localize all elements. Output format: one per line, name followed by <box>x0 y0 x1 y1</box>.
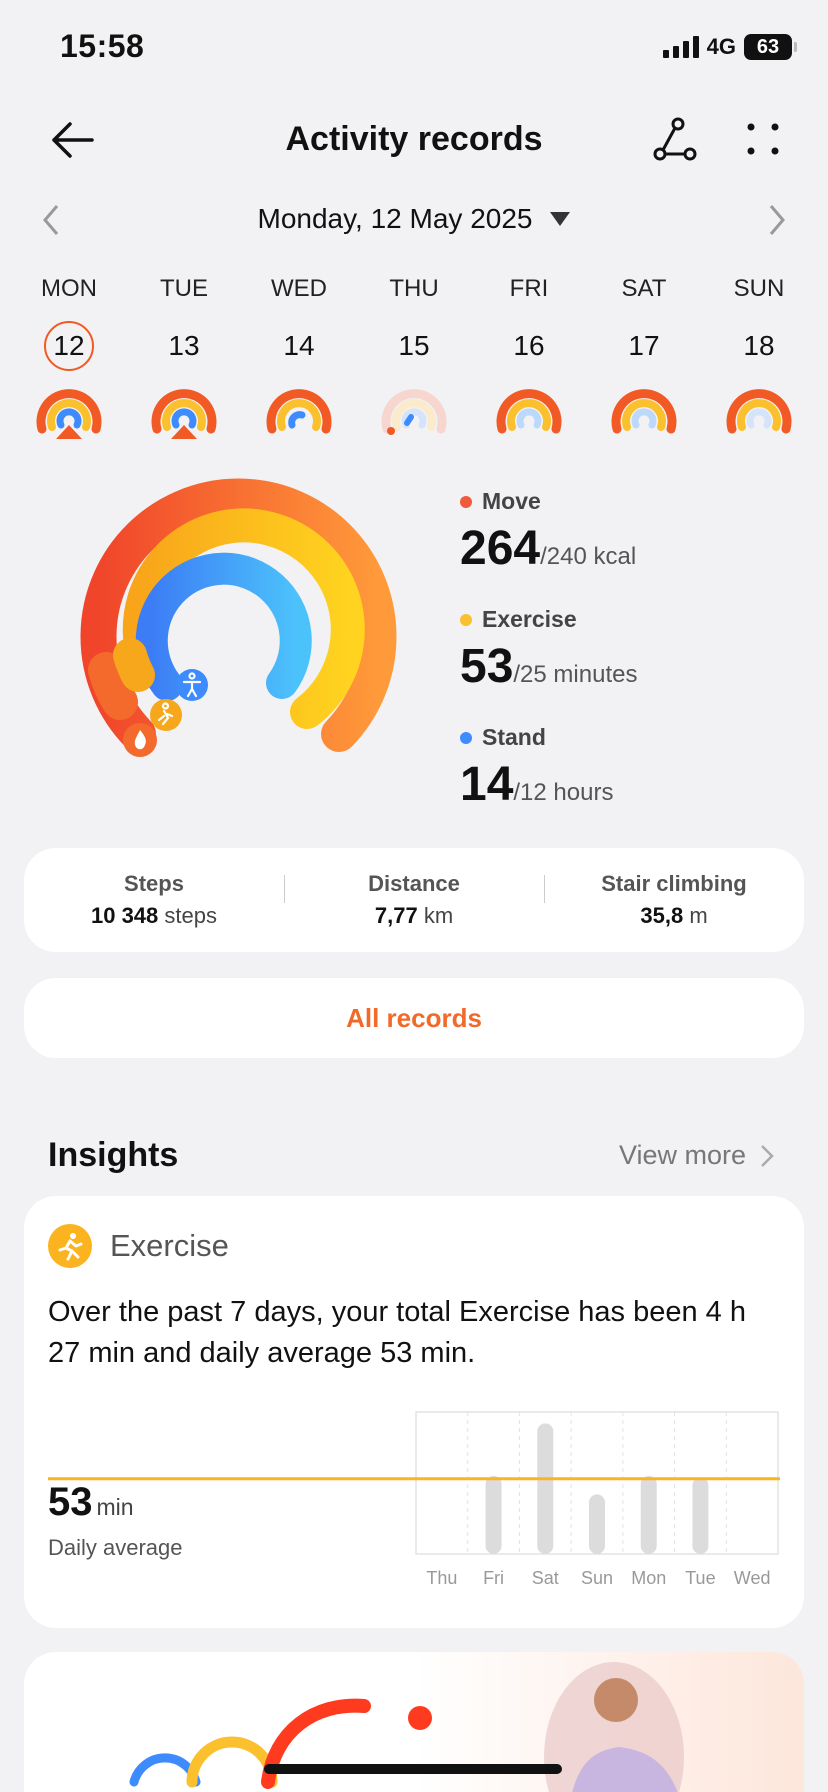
activity-ring-icon <box>726 389 792 434</box>
chart-bar-sun <box>589 1494 605 1554</box>
status-indicators: 4G 63 <box>662 34 797 60</box>
route-button[interactable] <box>648 112 702 166</box>
chart-bar-sat <box>537 1423 554 1554</box>
week-strip: MON 12 TUE 13 WED 14 THU 15 FRI 16 SAT 1… <box>24 275 804 441</box>
day-number: 17 <box>628 330 660 361</box>
day-number: 18 <box>743 330 775 361</box>
steps-summary: Steps 10 348 steps <box>24 871 284 929</box>
activity-stats: Move 264/240 kcal Exercise 53/25 minutes… <box>460 488 637 842</box>
insights-heading: Insights <box>48 1136 179 1174</box>
chart-bar-mon <box>640 1475 657 1554</box>
stairs-summary: Stair climbing 35,8 m <box>544 871 804 929</box>
stand-value: 14 <box>460 758 514 811</box>
day-number: 14 <box>283 330 315 361</box>
date-label: Monday, 12 May 2025 <box>257 203 533 234</box>
stand-ring <box>135 552 312 701</box>
more-grid-icon <box>747 123 779 155</box>
activity-ring-icon <box>611 389 677 434</box>
day-name: FRI <box>509 275 549 302</box>
steps-unit: steps <box>164 903 217 928</box>
running-icon <box>48 1224 92 1268</box>
move-value: 264 <box>460 522 541 575</box>
insight-text: Over the past 7 days, your total Exercis… <box>48 1296 746 1369</box>
battery-icon: 63 <box>744 34 797 60</box>
move-dot-icon <box>460 495 472 508</box>
next-day-button[interactable] <box>762 200 792 240</box>
day-number: 16 <box>513 330 545 361</box>
distance-unit: km <box>423 903 454 928</box>
signal-icon <box>662 36 699 58</box>
chart-tick-label: Sun <box>581 1568 613 1588</box>
day-name: SUN <box>733 275 785 302</box>
chart-tick-label: Thu <box>426 1568 457 1588</box>
activity-ring-icon <box>151 389 217 439</box>
day-name: SAT <box>621 275 667 302</box>
home-indicator <box>264 1764 562 1774</box>
activity-ring-icon <box>36 389 102 439</box>
route-icon <box>653 117 697 161</box>
day-number: 12 <box>44 321 94 371</box>
activity-ring-icon <box>266 389 332 434</box>
dropdown-triangle-icon <box>550 212 571 226</box>
exercise-label: Exercise <box>482 606 577 632</box>
chevron-right-icon <box>761 1144 774 1167</box>
stairs-label: Stair climbing <box>601 871 747 896</box>
move-goal: /240 kcal <box>540 543 637 570</box>
distance-summary: Distance 7,77 km <box>284 871 544 929</box>
chart-tick-label: Sat <box>532 1568 559 1588</box>
activity-ring-icon <box>496 389 562 434</box>
day-sat[interactable]: SAT 17 <box>599 275 689 441</box>
status-time: 15:58 <box>60 28 145 64</box>
chart-tick-label: Fri <box>483 1568 504 1588</box>
exercise-stat[interactable]: Exercise 53/25 minutes <box>460 606 637 694</box>
day-name: WED <box>271 275 327 302</box>
chart-tick-label: Tue <box>685 1568 715 1588</box>
stairs-value: 35,8 <box>640 903 684 928</box>
activity-rings[interactable] <box>70 470 410 770</box>
exercise-goal: /25 minutes <box>513 661 638 688</box>
day-name: MON <box>41 275 97 302</box>
exercise-weekly-chart: Thu Fri Sat Sun Mon Tue Wed <box>48 1411 780 1588</box>
day-number: 15 <box>398 330 430 361</box>
day-name: TUE <box>160 275 208 302</box>
stairs-unit: m <box>689 903 708 928</box>
distance-label: Distance <box>368 871 460 896</box>
view-more-label: View more <box>618 1140 746 1170</box>
day-wed[interactable]: WED 14 <box>254 275 344 441</box>
page-title: Activity records <box>285 120 543 158</box>
chart-bar-tue <box>692 1477 709 1554</box>
activity-ring-icon <box>381 389 447 435</box>
steps-label: Steps <box>124 871 184 896</box>
stand-goal: /12 hours <box>513 779 614 806</box>
steps-value: 10 348 <box>90 903 159 928</box>
day-mon[interactable]: MON 12 <box>24 275 114 441</box>
move-stat[interactable]: Move 264/240 kcal <box>460 488 637 576</box>
exercise-value: 53 <box>460 640 514 693</box>
network-label: 4G <box>706 34 736 59</box>
all-records-button[interactable]: All records <box>24 978 804 1058</box>
distance-value: 7,77 <box>374 903 418 928</box>
stand-stat[interactable]: Stand 14/12 hours <box>460 724 637 812</box>
date-selector[interactable]: Monday, 12 May 2025 <box>0 203 828 235</box>
day-name: THU <box>389 275 439 302</box>
chevron-right-icon <box>769 205 785 235</box>
day-tue[interactable]: TUE 13 <box>139 275 229 441</box>
day-sun[interactable]: SUN 18 <box>714 275 804 441</box>
insight-label: Exercise <box>110 1228 229 1263</box>
insight-header: Exercise <box>48 1224 229 1268</box>
stand-label: Stand <box>482 724 546 750</box>
day-fri[interactable]: FRI 16 <box>484 275 574 441</box>
summary-card[interactable]: Steps 10 348 steps Distance 7,77 km Stai… <box>24 848 804 952</box>
more-button[interactable] <box>738 112 788 166</box>
chart-bar-fri <box>485 1475 502 1554</box>
chart-tick-label: Wed <box>734 1568 771 1588</box>
move-label: Move <box>482 488 541 514</box>
chart-tick-label: Mon <box>631 1568 666 1588</box>
day-number: 13 <box>168 330 200 361</box>
day-thu[interactable]: THU 15 <box>369 275 459 441</box>
stand-dot-icon <box>460 731 472 744</box>
view-more-link[interactable]: View more <box>619 1140 774 1171</box>
exercise-dot-icon <box>460 613 472 626</box>
